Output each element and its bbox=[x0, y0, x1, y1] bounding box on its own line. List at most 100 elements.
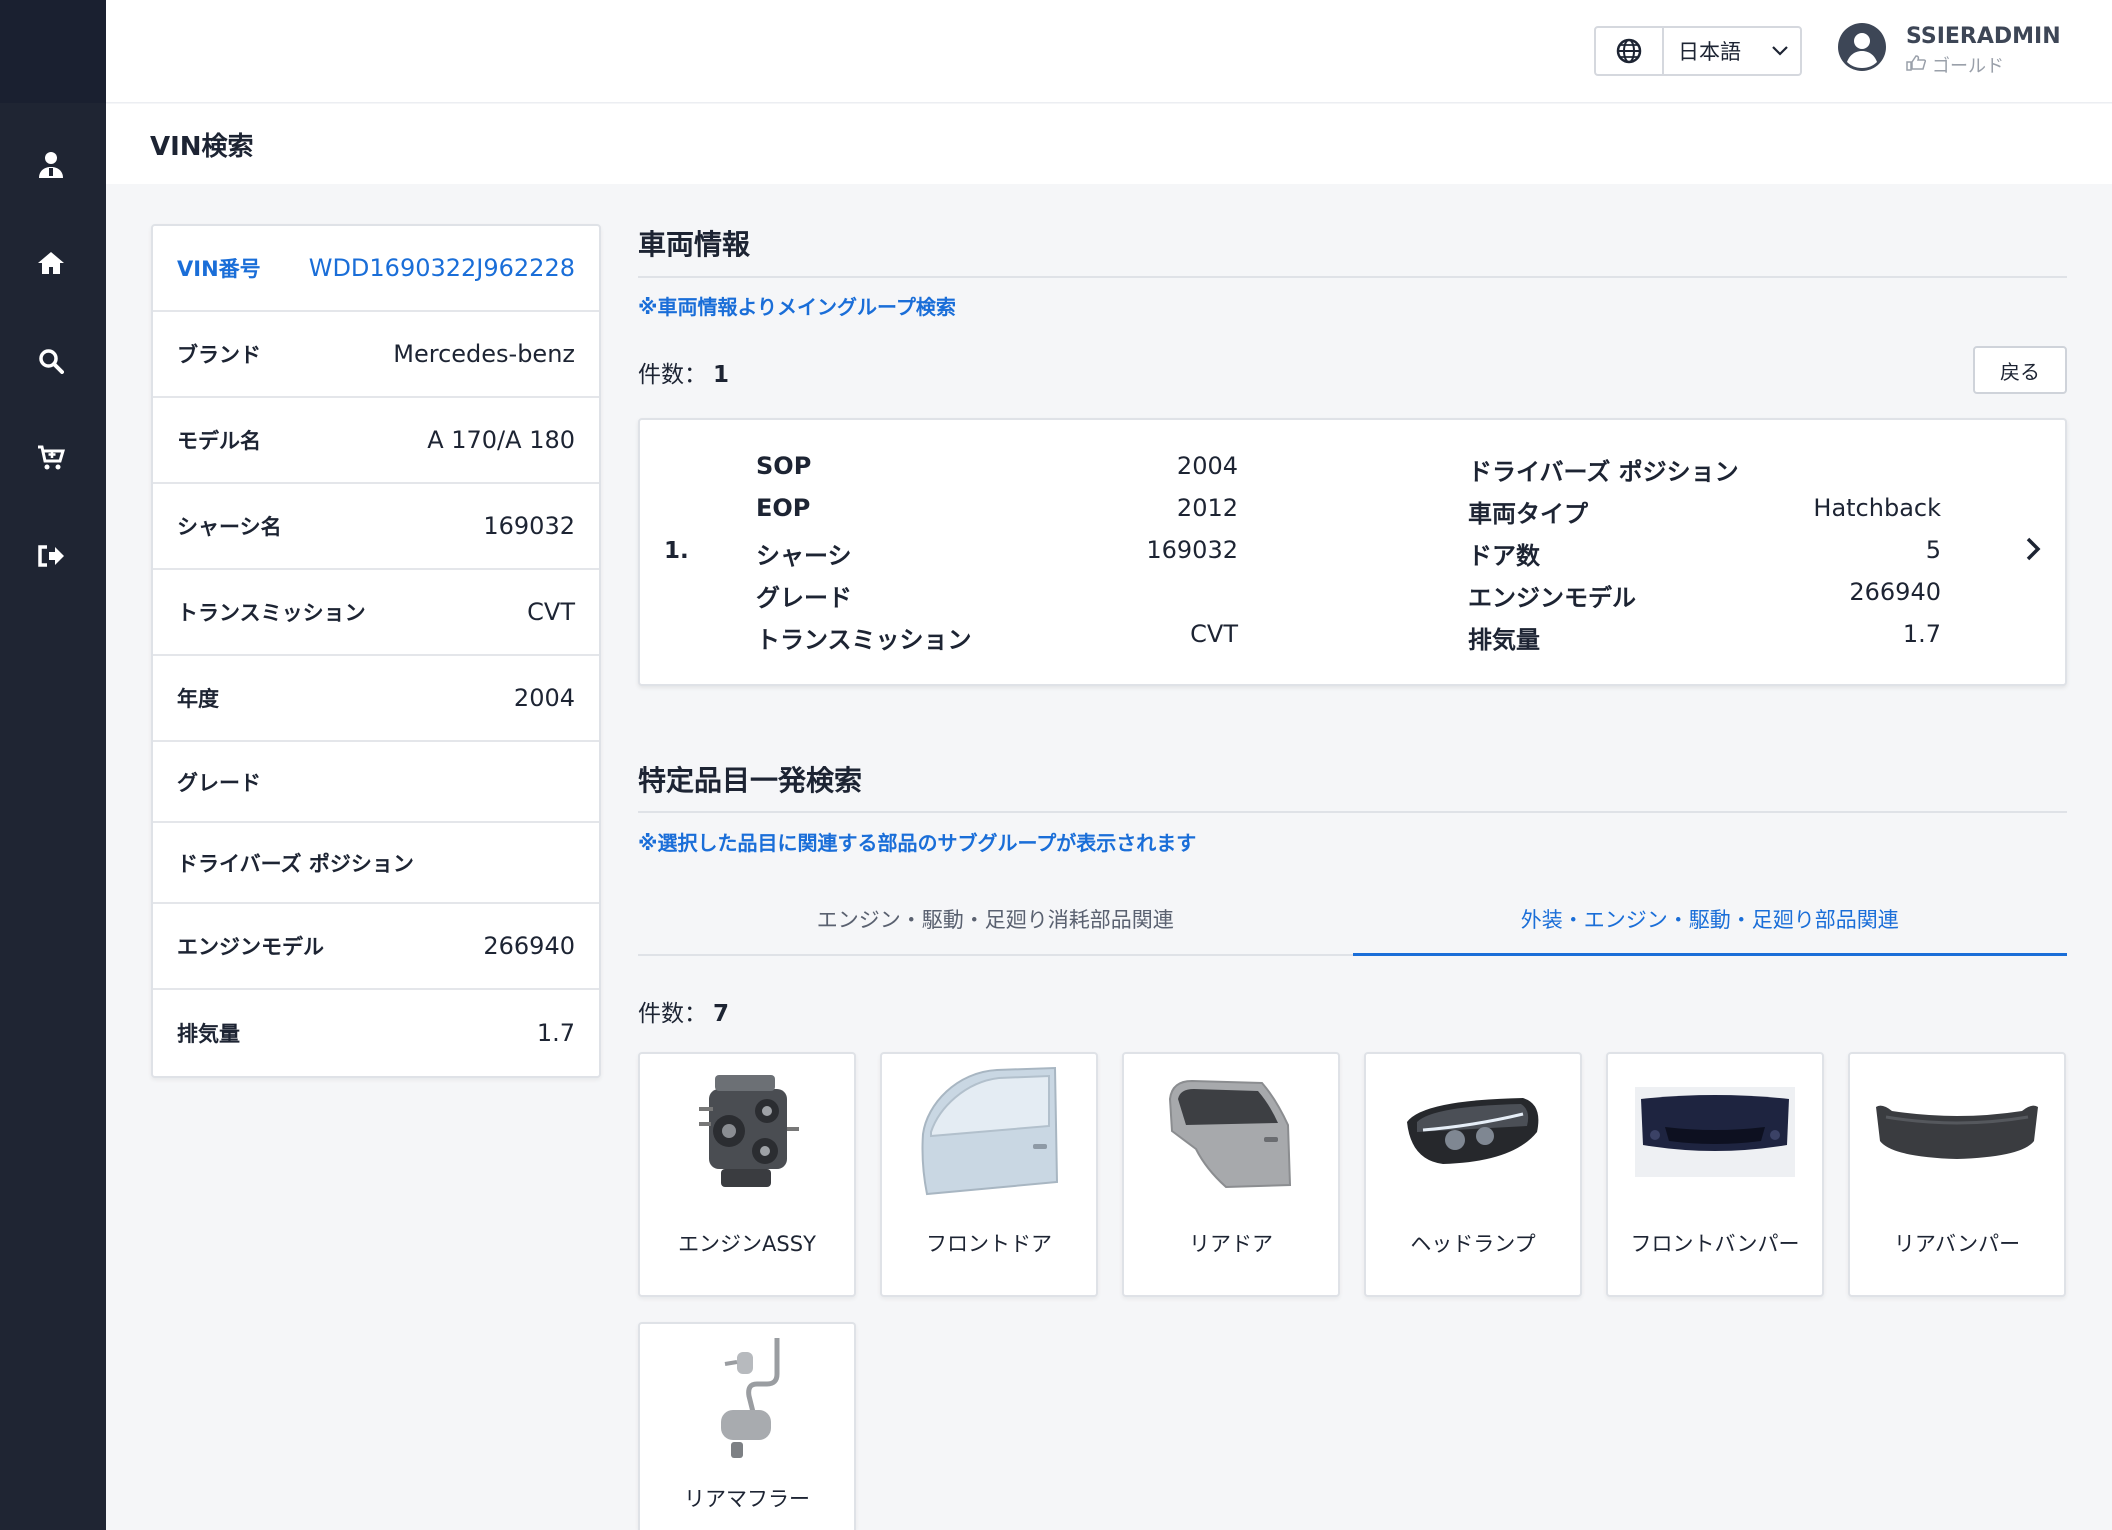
year-row: 年度 2004 bbox=[153, 656, 599, 742]
divider bbox=[638, 276, 2067, 278]
tab-exterior-parts[interactable]: 外装・エンジン・駆動・足廻り部品関連 bbox=[1352, 884, 2067, 956]
displacement-value: 1.7 bbox=[536, 1019, 575, 1047]
part-item-front-bumper[interactable]: フロントバンパー bbox=[1606, 1052, 1824, 1297]
engine-model-row: エンジンモデル 266940 bbox=[153, 904, 599, 990]
year-value: 2004 bbox=[513, 684, 575, 712]
transmission-label: トランスミッション bbox=[177, 601, 366, 625]
part-item-rear-bumper[interactable]: リアバンパー bbox=[1848, 1052, 2066, 1297]
part-item-front-door[interactable]: フロントドア bbox=[880, 1052, 1098, 1297]
transmission-value: CVT bbox=[527, 598, 575, 626]
chevron-down-icon bbox=[1760, 28, 1800, 74]
eop-value: 2012 bbox=[1176, 494, 1238, 522]
count-label: 件数： bbox=[638, 1001, 707, 1027]
vehicle-result-card[interactable]: 1. SOP EOP シャーシ グレード トランスミッション 2004 2012… bbox=[638, 418, 2067, 686]
user-name: SSIERADMIN bbox=[1906, 24, 2061, 49]
front-door-image bbox=[902, 1064, 1076, 1199]
eop-label: EOP bbox=[756, 494, 811, 522]
part-item-engine[interactable]: エンジンASSY bbox=[638, 1052, 856, 1297]
vin-value: WDD1690322J962228 bbox=[308, 254, 575, 282]
globe-icon bbox=[1596, 28, 1664, 74]
grade-label: グレード bbox=[756, 584, 852, 612]
logout-icon[interactable] bbox=[31, 536, 71, 576]
tab-consumable-parts[interactable]: エンジン・駆動・足廻り消耗部品関連 bbox=[638, 884, 1353, 954]
language-selector[interactable]: 日本語 bbox=[1594, 26, 1802, 76]
divider bbox=[638, 811, 2067, 813]
model-row: モデル名 A 170/A 180 bbox=[153, 398, 599, 484]
chevron-right-icon[interactable] bbox=[2018, 534, 2048, 564]
language-value: 日本語 bbox=[1678, 40, 1741, 64]
vehicle-type-label: 車両タイプ bbox=[1468, 500, 1588, 528]
grade-row: グレード bbox=[153, 742, 599, 823]
page-header bbox=[106, 104, 2112, 184]
chassis-label: シャーシ名 bbox=[177, 515, 282, 539]
displacement-label: 排気量 bbox=[177, 1022, 240, 1046]
vin-label: VIN番号 bbox=[177, 257, 261, 281]
part-name: フロントバンパー bbox=[1630, 1231, 1800, 1256]
vin-row: VIN番号 WDD1690322J962228 bbox=[153, 226, 599, 312]
user-rank-label: ゴールド bbox=[1932, 56, 2004, 77]
rear-muffler-image bbox=[660, 1334, 834, 1469]
brand-row: ブランド Mercedes-benz bbox=[153, 312, 599, 398]
vin-info-card: VIN番号 WDD1690322J962228 ブランド Mercedes-be… bbox=[151, 224, 601, 1078]
rear-door-image bbox=[1144, 1064, 1318, 1199]
driver-position-row: ドライバーズ ポジション bbox=[153, 823, 599, 904]
transmission-label: トランスミッション bbox=[756, 626, 972, 654]
part-name: エンジンASSY bbox=[678, 1231, 816, 1256]
engine-model-label: エンジンモデル bbox=[177, 935, 324, 959]
part-name: リアバンパー bbox=[1893, 1231, 2021, 1256]
engine-image bbox=[660, 1064, 834, 1199]
sidebar bbox=[0, 0, 106, 1530]
top-bar bbox=[106, 0, 2112, 103]
user-admin-icon[interactable] bbox=[31, 145, 71, 185]
count-value: 7 bbox=[713, 1001, 730, 1027]
driver-position-label: ドライバーズ ポジション bbox=[177, 851, 414, 876]
vehicle-count: 件数： 1 bbox=[638, 355, 729, 389]
engine-model-label: エンジンモデル bbox=[1468, 584, 1636, 612]
part-item-rear-door[interactable]: リアドア bbox=[1122, 1052, 1340, 1297]
parts-search-title: 特定品目一発検索 bbox=[638, 764, 863, 797]
front-bumper-image bbox=[1628, 1064, 1802, 1199]
parts-count: 件数： 7 bbox=[638, 994, 729, 1028]
chassis-value: 169032 bbox=[483, 512, 575, 540]
result-index: 1. bbox=[664, 538, 689, 564]
year-label: 年度 bbox=[177, 687, 219, 711]
displacement-row: 排気量 1.7 bbox=[153, 990, 599, 1076]
engine-model-value: 266940 bbox=[483, 932, 575, 960]
avatar[interactable] bbox=[1837, 22, 1887, 72]
vehicle-info-title: 車両情報 bbox=[638, 228, 751, 261]
chassis-row: シャーシ名 169032 bbox=[153, 484, 599, 570]
brand-label: ブランド bbox=[177, 343, 261, 367]
user-rank: ゴールド bbox=[1906, 52, 2004, 78]
part-name: フロントドア bbox=[926, 1231, 1052, 1256]
part-item-rear-muffler[interactable]: リアマフラー bbox=[638, 1322, 856, 1530]
model-label: モデル名 bbox=[177, 429, 261, 453]
search-icon[interactable] bbox=[31, 341, 71, 381]
chassis-value: 169032 bbox=[1146, 536, 1238, 564]
part-name: リアマフラー bbox=[684, 1486, 810, 1511]
engine-model-value: 266940 bbox=[1849, 578, 1941, 606]
chassis-label: シャーシ bbox=[756, 542, 852, 570]
doors-value: 5 bbox=[1925, 536, 1941, 564]
sop-label: SOP bbox=[756, 452, 812, 480]
sop-value: 2004 bbox=[1176, 452, 1238, 480]
parts-search-note: ※選択した品目に関連する部品のサブグループが表示されます bbox=[638, 831, 1197, 855]
thumbs-up-icon bbox=[1906, 54, 1927, 76]
brand-value: Mercedes-benz bbox=[393, 340, 575, 368]
home-icon[interactable] bbox=[31, 243, 71, 283]
displacement-label: 排気量 bbox=[1468, 626, 1540, 654]
page-title: VIN検索 bbox=[150, 132, 254, 162]
model-value: A 170/A 180 bbox=[427, 426, 575, 454]
count-label: 件数： bbox=[638, 362, 707, 388]
doors-label: ドア数 bbox=[1468, 542, 1540, 570]
back-button[interactable]: 戻る bbox=[1973, 346, 2067, 394]
transmission-row: トランスミッション CVT bbox=[153, 570, 599, 656]
transmission-value: CVT bbox=[1190, 620, 1238, 648]
headlamp-image bbox=[1386, 1064, 1560, 1199]
count-value: 1 bbox=[713, 362, 730, 388]
grade-label: グレード bbox=[177, 770, 261, 795]
rear-bumper-image bbox=[1870, 1064, 2044, 1199]
cart-icon[interactable] bbox=[31, 438, 71, 478]
category-tabs: エンジン・駆動・足廻り消耗部品関連 外装・エンジン・駆動・足廻り部品関連 bbox=[638, 884, 2067, 956]
main-group-search-link[interactable]: ※車両情報よりメイングループ検索 bbox=[638, 291, 956, 320]
part-item-headlamp[interactable]: ヘッドランプ bbox=[1364, 1052, 1582, 1297]
